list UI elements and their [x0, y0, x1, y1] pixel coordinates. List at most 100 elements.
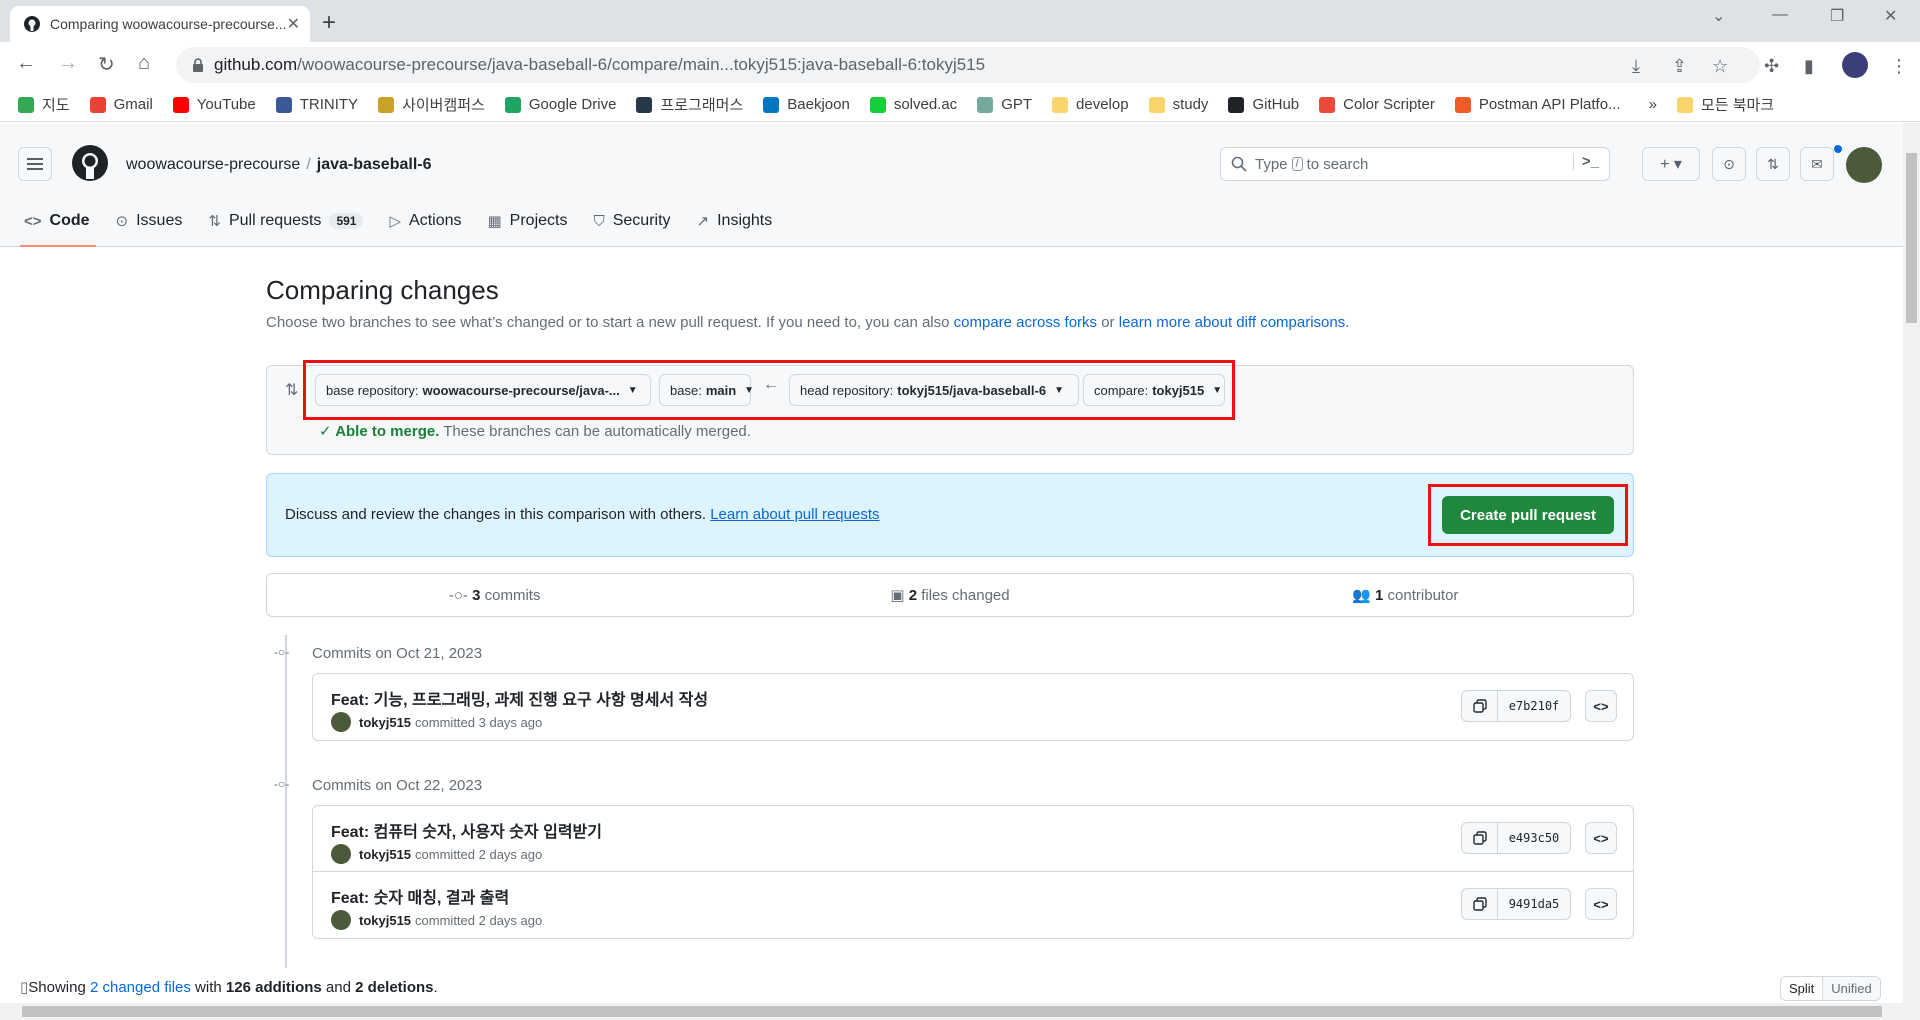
author-link[interactable]: tokyj515	[359, 715, 411, 730]
base-repository-select[interactable]: base repository: woowacourse-precourse/ja…	[315, 374, 651, 406]
browser-tab[interactable]: Comparing woowacourse-precourse... ✕	[10, 6, 310, 42]
tab-pull-requests[interactable]: ⇅ Pull requests 591	[208, 201, 364, 241]
tab-actions[interactable]: ▷ Actions	[389, 201, 461, 241]
reload-button[interactable]: ↻	[98, 52, 115, 77]
commit-sha-link[interactable]: e493c50	[1498, 823, 1570, 853]
bookmark-item[interactable]: Gmail	[89, 96, 153, 113]
bookmark-item[interactable]: develop	[1052, 96, 1129, 113]
close-window-button[interactable]: ✕	[1884, 6, 1897, 26]
diff-toolbar: ▯Showing 2 changed files with 126 additi…	[0, 968, 1905, 1001]
bookmark-favicon-icon	[172, 96, 189, 113]
side-panel-icon[interactable]: ▮	[1804, 56, 1814, 77]
commits-tab[interactable]: -○- 3 commits	[267, 587, 722, 604]
bookmark-item[interactable]: 지도	[18, 94, 70, 115]
copy-sha-button[interactable]	[1462, 691, 1498, 721]
chrome-menu-icon[interactable]: ⋮	[1890, 56, 1908, 77]
bookmark-item[interactable]: 프로그래머스	[636, 94, 743, 115]
learn-pr-link[interactable]: Learn about pull requests	[710, 506, 879, 523]
author-avatar[interactable]	[331, 712, 351, 732]
tab-search-icon[interactable]: ⌄	[1712, 6, 1725, 26]
vertical-scroll-thumb[interactable]	[1906, 153, 1917, 323]
browse-repo-button[interactable]: <>	[1585, 888, 1617, 920]
owner-link[interactable]: woowacourse-precourse	[126, 156, 300, 173]
forward-button[interactable]: →	[58, 52, 78, 75]
commit-sha-link[interactable]: e7b210f	[1498, 691, 1570, 721]
new-tab-button[interactable]: +	[322, 9, 336, 37]
close-tab-icon[interactable]: ✕	[287, 14, 300, 34]
repo-link[interactable]: java-baseball-6	[317, 156, 432, 173]
bookmark-item[interactable]: 사이버캠퍼스	[378, 94, 485, 115]
tab-projects[interactable]: ▦ Projects	[487, 201, 567, 241]
issues-icon[interactable]: ⊙	[1712, 147, 1746, 181]
bookmark-item[interactable]: TRINITY	[275, 96, 358, 113]
inbox-icon[interactable]: ✉	[1800, 147, 1834, 181]
bookmark-item[interactable]: Google Drive	[504, 96, 616, 113]
code-icon: <>	[1593, 896, 1609, 912]
hamburger-menu-button[interactable]	[18, 147, 52, 181]
unified-view-button[interactable]: Unified	[1823, 977, 1880, 1000]
head-repository-select[interactable]: head repository: tokyj515/java-baseball-6…	[789, 374, 1079, 406]
commit-message-link[interactable]: Feat: 기능, 프로그래밍, 과제 진행 요구 사항 명세서 작성	[331, 686, 708, 710]
bookmark-star-icon[interactable]: ☆	[1712, 56, 1728, 77]
github-header: woowacourse-precourse / java-baseball-6 Ty…	[0, 123, 1905, 247]
author-link[interactable]: tokyj515	[359, 913, 411, 928]
user-avatar[interactable]	[1846, 147, 1882, 183]
bookmark-item[interactable]: study	[1148, 96, 1208, 113]
share-icon[interactable]: ⇪	[1672, 56, 1687, 77]
author-avatar[interactable]	[331, 844, 351, 864]
base-value: main	[705, 382, 737, 398]
split-view-button[interactable]: Split	[1781, 977, 1824, 1000]
bookmarks-overflow-button[interactable]: »	[1649, 96, 1657, 113]
compare-branch-select[interactable]: compare: tokyj515 ▼	[1083, 374, 1225, 406]
copy-sha-button[interactable]	[1462, 823, 1498, 853]
pull-requests-icon[interactable]: ⇅	[1756, 147, 1790, 181]
tab-security[interactable]: ⛉ Security	[593, 201, 670, 241]
install-icon[interactable]: ⤓	[1632, 56, 1640, 77]
base-branch-select[interactable]: base: main ▼	[659, 374, 754, 406]
command-palette-icon[interactable]: >_	[1572, 153, 1599, 170]
bookmark-item[interactable]: YouTube	[172, 96, 256, 113]
copy-icon	[1472, 699, 1487, 713]
back-button[interactable]: ←	[16, 52, 36, 75]
compare-forks-link[interactable]: compare across forks	[954, 314, 1097, 331]
restore-button[interactable]: ❐	[1830, 6, 1844, 26]
bookmark-item[interactable]: GPT	[977, 96, 1032, 113]
tab-insights[interactable]: ↗ Insights	[697, 201, 773, 241]
bookmark-item[interactable]: Baekjoon	[763, 96, 850, 113]
copy-sha-button[interactable]	[1462, 889, 1498, 919]
address-bar[interactable]: github.com/woowacourse-precourse/java-ba…	[176, 47, 1760, 83]
commit-message-link[interactable]: Feat: 컴퓨터 숫자, 사용자 숫자 입력받기	[331, 818, 602, 842]
bookmark-item[interactable]: GitHub	[1228, 96, 1299, 113]
timeline-line	[285, 635, 287, 975]
repo-nav: <> Code ⊙ Issues ⇅ Pull requests 591 ▷ Actions ▦ P…	[20, 201, 798, 247]
search-icon	[1231, 156, 1247, 172]
contributors-tab[interactable]: 👥 1 contributor	[1178, 586, 1633, 604]
extensions-icon[interactable]: ✣	[1764, 56, 1779, 77]
browse-repo-button[interactable]: <>	[1585, 822, 1617, 854]
page-description: Choose two branches to see what’s change…	[266, 314, 1634, 331]
horizontal-scrollbar[interactable]	[0, 1003, 1920, 1020]
home-button[interactable]: ⌂	[138, 52, 150, 75]
minimize-button[interactable]: —	[1772, 6, 1788, 24]
profile-avatar[interactable]	[1842, 52, 1868, 78]
bookmark-item[interactable]: Color Scripter	[1319, 96, 1435, 113]
bookmark-item[interactable]: Postman API Platfo...	[1454, 96, 1621, 113]
browse-repo-button[interactable]: <>	[1585, 690, 1617, 722]
create-pull-request-button[interactable]: Create pull request	[1442, 496, 1614, 534]
horizontal-scroll-thumb[interactable]	[22, 1006, 1882, 1017]
diff-docs-link[interactable]: learn more about diff comparisons	[1119, 314, 1346, 331]
files-changed-tab[interactable]: ▣ 2 files changed	[722, 586, 1177, 604]
github-logo-icon[interactable]	[72, 145, 108, 181]
all-bookmarks-folder[interactable]: 모든 북마크	[1676, 94, 1774, 115]
bookmark-item[interactable]: solved.ac	[869, 96, 957, 113]
search-input[interactable]: Type / to search >_	[1220, 147, 1610, 181]
changed-files-link[interactable]: 2 changed files	[90, 979, 191, 996]
vertical-scrollbar[interactable]	[1903, 123, 1920, 1003]
author-link[interactable]: tokyj515	[359, 847, 411, 862]
commit-message-link[interactable]: Feat: 숫자 매칭, 결과 출력	[331, 884, 509, 908]
author-avatar[interactable]	[331, 910, 351, 930]
tab-issues[interactable]: ⊙ Issues	[116, 201, 183, 241]
create-new-button[interactable]: + ▾	[1642, 147, 1700, 181]
commit-sha-link[interactable]: 9491da5	[1498, 889, 1570, 919]
tab-code[interactable]: <> Code	[20, 201, 96, 247]
